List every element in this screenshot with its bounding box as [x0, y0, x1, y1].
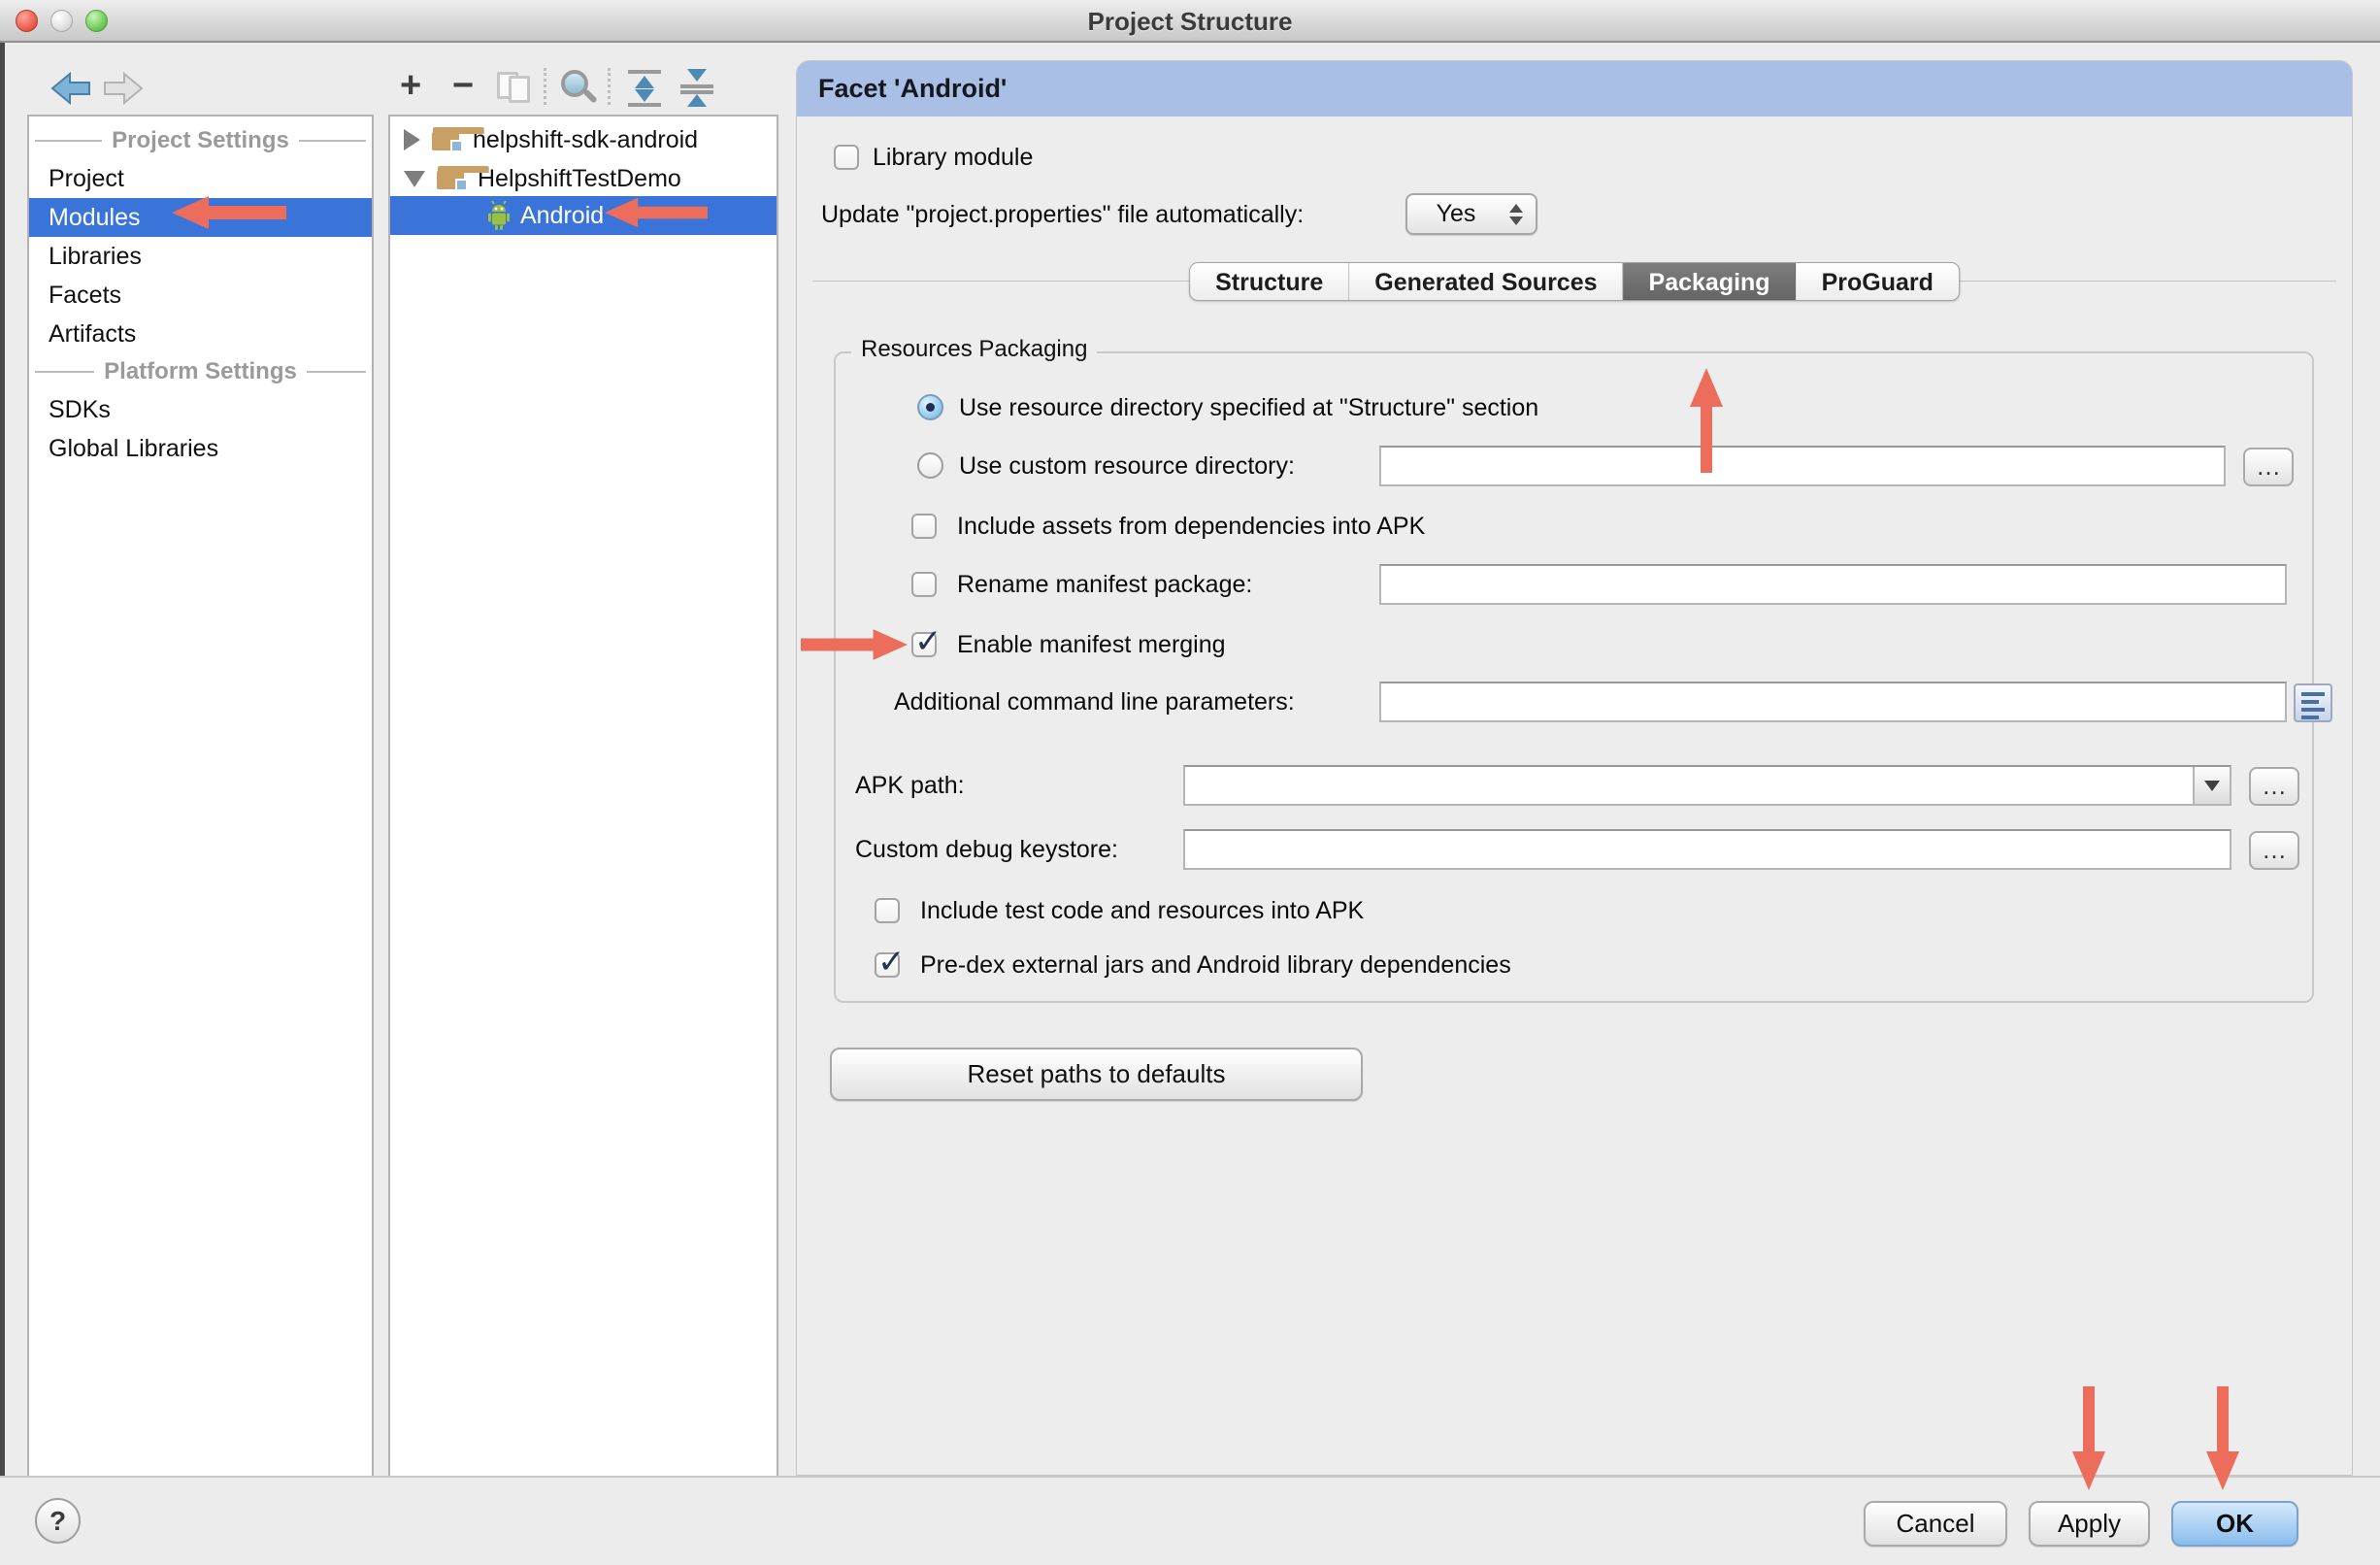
ok-button[interactable]: OK	[2171, 1501, 2298, 1547]
annotation-arrow-modules	[172, 196, 286, 229]
library-module-label[interactable]: Library module	[873, 142, 1033, 173]
chevron-down-icon[interactable]	[2193, 767, 2230, 804]
expander-collapsed-icon[interactable]	[404, 129, 420, 150]
section-project-settings: Project Settings	[29, 122, 372, 159]
include-test-code-checkbox[interactable]	[875, 898, 900, 923]
additional-params-label: Additional command line parameters:	[894, 688, 1295, 716]
sidebar-item-facets[interactable]: Facets	[29, 276, 372, 315]
annotation-arrow-manifest-merging	[801, 629, 908, 660]
annotation-arrow-ok	[2206, 1386, 2239, 1490]
stepper-icon	[1504, 203, 1528, 225]
update-properties-label: Update "project.properties" file automat…	[821, 201, 1305, 228]
toolbar-separator	[608, 68, 611, 105]
tree-row-helpshift-sdk-android[interactable]: helpshift-sdk-android	[390, 120, 777, 159]
enable-manifest-merging-label[interactable]: Enable manifest merging	[957, 629, 1226, 660]
window-titlebar: Project Structure	[0, 0, 2380, 43]
dialog-footer: ? Cancel Apply OK	[0, 1476, 2380, 1565]
selected-value: Yes	[1436, 200, 1476, 227]
custom-directory-input[interactable]	[1379, 446, 2226, 486]
predex-label[interactable]: Pre-dex external jars and Android librar…	[920, 949, 1511, 981]
help-button[interactable]: ?	[35, 1498, 81, 1544]
facet-title: Facet 'Android'	[797, 61, 2352, 117]
apk-path-browse-button[interactable]: …	[2249, 767, 2299, 806]
module-folder-icon	[437, 166, 489, 191]
modules-tree: helpshift-sdk-android HelpshiftTestDemo …	[388, 115, 778, 1480]
use-custom-directory-label[interactable]: Use custom resource directory:	[959, 450, 1295, 482]
back-icon[interactable]	[50, 72, 91, 105]
window-edge-shadow	[0, 43, 5, 1565]
window-title: Project Structure	[1087, 7, 1293, 36]
rename-manifest-label[interactable]: Rename manifest package:	[957, 569, 1252, 600]
tab-packaging[interactable]: Packaging	[1623, 263, 1797, 300]
check-icon: ✓	[877, 944, 906, 981]
check-icon: ✓	[914, 623, 942, 660]
section-platform-settings: Platform Settings	[29, 353, 372, 390]
add-icon[interactable]: +	[400, 66, 421, 105]
facet-tab-bar: Structure Generated Sources Packaging Pr…	[1189, 262, 1960, 301]
tree-row-helpshifttestdemo[interactable]: HelpshiftTestDemo	[390, 159, 777, 198]
use-custom-directory-radio[interactable]	[917, 452, 943, 479]
module-folder-icon	[432, 127, 484, 152]
library-module-checkbox[interactable]	[834, 145, 859, 170]
include-test-code-label[interactable]: Include test code and resources into APK	[920, 895, 1364, 926]
expand-editor-icon[interactable]	[2294, 683, 2332, 722]
settings-sidebar: Project Settings Project Modules Librari…	[27, 115, 374, 1480]
apk-path-label: APK path:	[855, 772, 965, 799]
sidebar-item-sdks[interactable]: SDKs	[29, 390, 372, 429]
toolbar-separator	[544, 68, 546, 105]
tree-row-android-facet[interactable]: Android	[390, 196, 777, 235]
tab-generated-sources[interactable]: Generated Sources	[1349, 263, 1624, 300]
apply-button[interactable]: Apply	[2029, 1501, 2150, 1547]
facet-panel: Facet 'Android' Library module Update "p…	[796, 60, 2353, 1476]
copy-icon[interactable]	[497, 72, 536, 103]
tab-structure[interactable]: Structure	[1190, 263, 1350, 300]
use-structure-directory-radio[interactable]	[917, 394, 943, 420]
annotation-arrow-packaging	[1690, 368, 1723, 473]
apk-path-input[interactable]	[1185, 767, 2193, 804]
rename-manifest-input[interactable]	[1379, 564, 2287, 605]
use-structure-directory-label[interactable]: Use resource directory specified at "Str…	[959, 392, 1538, 423]
tab-proguard[interactable]: ProGuard	[1797, 263, 1959, 300]
keystore-browse-button[interactable]: …	[2249, 831, 2299, 870]
reset-paths-button[interactable]: Reset paths to defaults	[830, 1048, 1363, 1101]
custom-directory-browse-button[interactable]: …	[2243, 448, 2294, 486]
tree-label: HelpshiftTestDemo	[478, 164, 681, 192]
include-assets-label[interactable]: Include assets from dependencies into AP…	[957, 511, 1425, 542]
resources-packaging-title: Resources Packaging	[851, 336, 1098, 363]
tree-label: Android	[520, 201, 605, 229]
expand-all-icon[interactable]	[627, 68, 662, 107]
enable-manifest-merging-checkbox[interactable]: ✓	[911, 623, 942, 660]
apk-path-combo	[1183, 765, 2231, 806]
annotation-arrow-android	[605, 197, 708, 228]
search-icon[interactable]	[561, 70, 588, 97]
keystore-label: Custom debug keystore:	[855, 836, 1118, 863]
collapse-all-icon[interactable]	[679, 68, 714, 107]
tree-label: helpshift-sdk-android	[473, 125, 699, 153]
sidebar-item-global-libraries[interactable]: Global Libraries	[29, 429, 372, 468]
remove-icon[interactable]: −	[452, 66, 474, 105]
predex-checkbox[interactable]: ✓	[875, 944, 906, 981]
annotation-arrow-apply	[2072, 1386, 2105, 1490]
rename-manifest-checkbox[interactable]	[911, 572, 937, 597]
forward-icon[interactable]	[103, 72, 144, 105]
android-icon	[488, 200, 510, 230]
sidebar-item-libraries[interactable]: Libraries	[29, 237, 372, 276]
cancel-button[interactable]: Cancel	[1864, 1501, 2007, 1547]
include-assets-checkbox[interactable]	[911, 514, 937, 539]
update-properties-select[interactable]: Yes	[1405, 193, 1537, 235]
sidebar-item-artifacts[interactable]: Artifacts	[29, 315, 372, 353]
expander-expanded-icon[interactable]	[404, 170, 425, 187]
additional-params-input[interactable]	[1379, 682, 2287, 722]
sidebar-item-project[interactable]: Project	[29, 159, 372, 198]
keystore-input[interactable]	[1183, 829, 2231, 870]
